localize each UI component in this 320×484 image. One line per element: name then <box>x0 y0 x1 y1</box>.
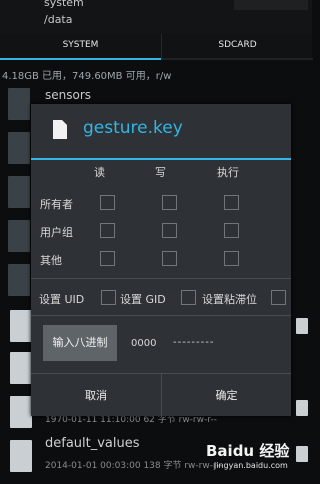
file-name-sensors[interactable]: sensors <box>45 88 91 102</box>
column-write: 写 <box>155 166 166 179</box>
enter-octal-button[interactable]: 输入八进制 <box>43 325 117 361</box>
column-execute: 执行 <box>217 166 239 179</box>
ok-button[interactable]: 确定 <box>162 374 291 417</box>
top-bar: system /data <box>0 0 312 34</box>
watermark-url: jingyan.baidu.com <box>214 461 288 470</box>
file-icon[interactable] <box>10 352 32 384</box>
octal-value: 0000 <box>131 338 157 349</box>
folder-icon[interactable] <box>8 220 30 252</box>
file-icon <box>296 318 308 334</box>
file-icon[interactable] <box>10 396 32 428</box>
set-gid-label: 设置 GID <box>120 293 166 306</box>
tab-system[interactable]: SYSTEM <box>0 34 161 60</box>
file-icon[interactable] <box>10 440 32 472</box>
set-gid-checkbox[interactable] <box>181 290 196 305</box>
folder-icon[interactable] <box>8 132 30 164</box>
group-write-checkbox[interactable] <box>162 223 177 238</box>
dialog-button-bar: 取消 确定 <box>31 373 291 417</box>
permissions-dialog: gesture.key 读 写 执行 所有者 用户组 其他 设置 UID 设置 … <box>31 104 291 417</box>
set-uid-checkbox[interactable] <box>101 290 116 305</box>
file-icon[interactable] <box>10 310 32 342</box>
owner-read-checkbox[interactable] <box>100 195 115 210</box>
storage-info: 4.18GB 已用，749.60MB 可用，r/w <box>2 71 172 82</box>
file-icon <box>296 446 308 462</box>
owner-execute-checkbox[interactable] <box>224 195 239 210</box>
sticky-bit-checkbox[interactable] <box>271 290 286 305</box>
group-execute-checkbox[interactable] <box>224 223 239 238</box>
tab-sdcard[interactable]: SDCARD <box>161 34 313 60</box>
owner-write-checkbox[interactable] <box>162 195 177 210</box>
folder-icon[interactable] <box>8 88 30 120</box>
row-owner: 所有者 <box>40 198 73 211</box>
column-read: 读 <box>94 166 105 179</box>
tab-bar: SYSTEM SDCARD <box>0 34 313 60</box>
watermark-logo: Baidu 经验 <box>206 442 290 460</box>
folder-icon[interactable] <box>8 264 30 296</box>
folder-title: system <box>44 0 84 9</box>
other-write-checkbox[interactable] <box>162 251 177 266</box>
cancel-button[interactable]: 取消 <box>31 374 162 417</box>
row-other: 其他 <box>40 254 62 267</box>
divider <box>31 278 291 279</box>
dialog-header: gesture.key <box>31 104 291 160</box>
top-right-button[interactable] <box>234 0 308 10</box>
sticky-bit-label: 设置粘滞位 <box>202 293 257 306</box>
file-name-default-values[interactable]: default_values <box>45 436 140 451</box>
group-read-checkbox[interactable] <box>100 223 115 238</box>
document-icon <box>53 120 67 139</box>
file-icon <box>296 400 308 416</box>
dialog-title: gesture.key <box>83 118 183 138</box>
other-read-checkbox[interactable] <box>100 251 115 266</box>
set-uid-label: 设置 UID <box>39 293 85 306</box>
row-group: 用户组 <box>40 226 73 239</box>
file-meta: 2014-01-01 00:03:00 138 字节 rw-rw-r-- <box>45 461 223 471</box>
divider <box>31 315 291 316</box>
permission-string: --------- <box>173 337 215 348</box>
folder-icon[interactable] <box>8 176 30 208</box>
other-execute-checkbox[interactable] <box>224 251 239 266</box>
current-path[interactable]: /data <box>44 13 72 26</box>
